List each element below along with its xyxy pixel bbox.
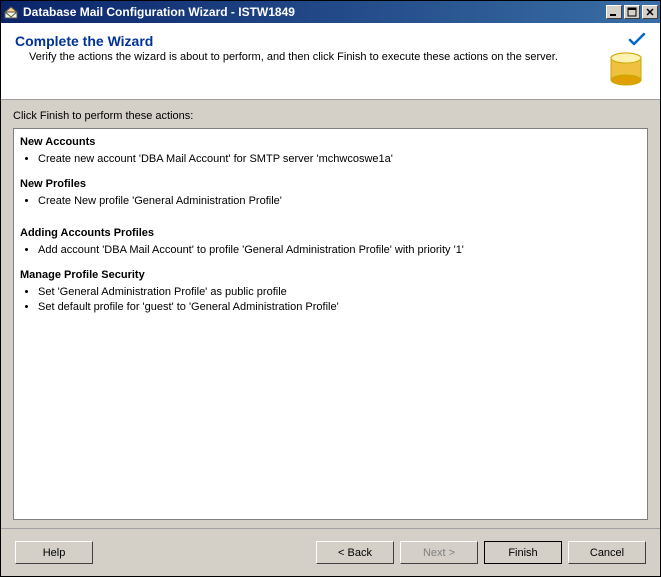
wizard-footer: Help < Back Next > Finish Cancel <box>1 528 660 576</box>
header-texts: Complete the Wizard Verify the actions t… <box>15 33 576 63</box>
list-item: Create new account 'DBA Mail Account' fo… <box>38 152 641 167</box>
header-title: Complete the Wizard <box>15 33 576 49</box>
checkmark-icon <box>628 33 646 47</box>
list-item: Set 'General Administration Profile' as … <box>38 285 641 300</box>
section-new-accounts-list: Create new account 'DBA Mail Account' fo… <box>38 152 641 167</box>
section-manage-security-title: Manage Profile Security <box>20 268 641 283</box>
section-new-accounts-title: New Accounts <box>20 135 641 150</box>
wizard-window: Database Mail Configuration Wizard - IST… <box>0 0 661 577</box>
content-area: Click Finish to perform these actions: N… <box>1 100 660 528</box>
cancel-button[interactable]: Cancel <box>568 541 646 564</box>
actions-summary-box: New Accounts Create new account 'DBA Mai… <box>13 128 648 520</box>
instruction-text: Click Finish to perform these actions: <box>13 110 648 122</box>
app-icon <box>3 4 19 20</box>
close-button[interactable] <box>642 5 658 19</box>
maximize-button[interactable] <box>624 5 640 19</box>
wizard-header: Complete the Wizard Verify the actions t… <box>1 23 660 100</box>
section-adding-accounts-list: Add account 'DBA Mail Account' to profil… <box>38 243 641 258</box>
header-subtitle: Verify the actions the wizard is about t… <box>15 51 576 63</box>
minimize-button[interactable] <box>606 5 622 19</box>
titlebar: Database Mail Configuration Wizard - IST… <box>1 1 660 23</box>
list-item: Add account 'DBA Mail Account' to profil… <box>38 243 641 258</box>
back-button[interactable]: < Back <box>316 541 394 564</box>
list-item: Set default profile for 'guest' to 'Gene… <box>38 300 641 315</box>
section-adding-accounts-title: Adding Accounts Profiles <box>20 226 641 241</box>
window-title: Database Mail Configuration Wizard - IST… <box>23 5 606 19</box>
section-new-profiles-list: Create New profile 'General Administrati… <box>38 194 641 209</box>
database-icon <box>606 49 646 89</box>
list-item: Create New profile 'General Administrati… <box>38 194 641 209</box>
finish-button[interactable]: Finish <box>484 541 562 564</box>
window-controls <box>606 5 658 19</box>
section-manage-security-list: Set 'General Administration Profile' as … <box>38 285 641 315</box>
help-button[interactable]: Help <box>15 541 93 564</box>
header-graphic <box>576 33 646 89</box>
next-button: Next > <box>400 541 478 564</box>
section-new-profiles-title: New Profiles <box>20 177 641 192</box>
